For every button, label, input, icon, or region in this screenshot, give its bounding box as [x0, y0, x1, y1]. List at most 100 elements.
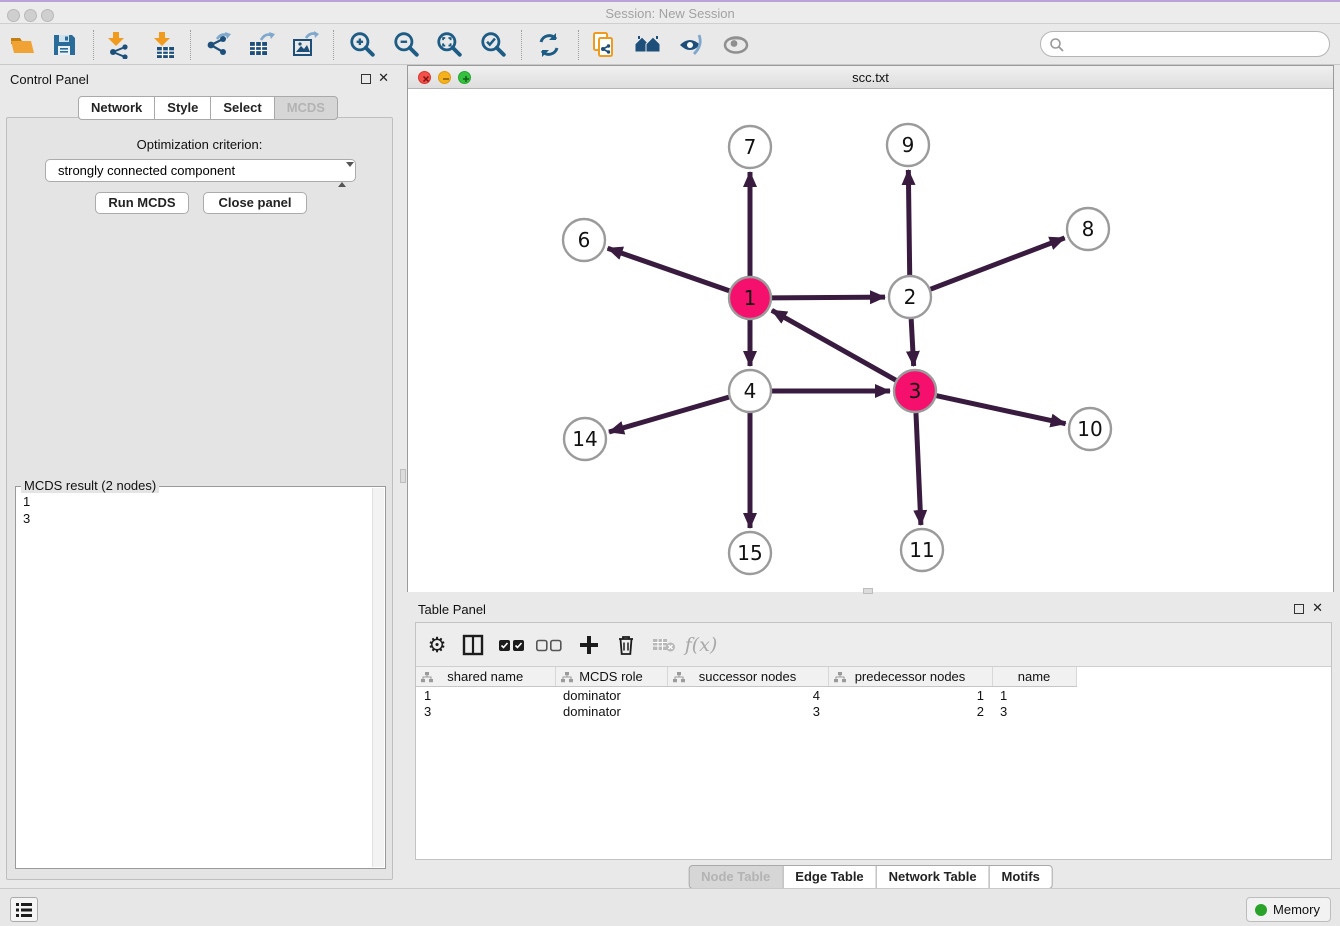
- delete-column-icon[interactable]: [611, 630, 641, 660]
- tab-node-table[interactable]: Node Table: [688, 865, 783, 889]
- import-table-icon[interactable]: [148, 28, 182, 62]
- svg-text:6: 6: [578, 228, 591, 252]
- search-box: [1040, 31, 1330, 57]
- open-session-icon[interactable]: [5, 28, 39, 62]
- float-table-panel-icon[interactable]: [1294, 604, 1304, 614]
- eye-icon[interactable]: [719, 28, 753, 62]
- graph-node-6[interactable]: 6: [563, 219, 605, 261]
- mcds-result-box: MCDS result (2 nodes) 1 3: [15, 486, 386, 869]
- optimization-criterion-label: Optimization criterion:: [7, 137, 392, 152]
- table-panel-title: Table Panel: [418, 602, 486, 617]
- table-settings-gear-icon[interactable]: ⚙: [422, 630, 452, 660]
- run-mcds-button[interactable]: Run MCDS: [95, 192, 189, 214]
- toolbar-separator: [521, 30, 522, 60]
- column-header-shared-name[interactable]: shared name: [416, 667, 555, 686]
- function-builder-icon[interactable]: f(x): [686, 630, 716, 660]
- close-panel-icon[interactable]: ✕: [378, 70, 389, 86]
- tab-style[interactable]: Style: [154, 96, 211, 120]
- network-canvas[interactable]: 1 2 3 4 6 7 8 9 10 11 14 15: [408, 89, 1333, 592]
- column-header-name[interactable]: name: [992, 667, 1076, 686]
- node-table: shared name MCDS role successor nodes pr…: [416, 667, 1331, 719]
- svg-text:2: 2: [904, 285, 917, 309]
- graph-edge-3-11[interactable]: [916, 413, 921, 525]
- node-table-container: ⚙ f(x) shared name MCDS role successor n…: [415, 622, 1332, 860]
- tab-motifs[interactable]: Motifs: [989, 865, 1053, 889]
- hide-style-icon[interactable]: [674, 28, 708, 62]
- criterion-select[interactable]: strongly connected component: [45, 159, 356, 182]
- tab-network-table[interactable]: Network Table: [876, 865, 990, 889]
- graph-node-7[interactable]: 7: [729, 126, 771, 168]
- import-network-icon[interactable]: [102, 28, 136, 62]
- unselect-all-columns-icon[interactable]: [534, 630, 564, 660]
- graph-node-15[interactable]: 15: [729, 532, 771, 574]
- column-header-mcds-role[interactable]: MCDS role: [555, 667, 667, 686]
- toolbar-separator: [578, 30, 579, 60]
- table-toolbar: ⚙ f(x): [416, 623, 1331, 667]
- tab-edge-table[interactable]: Edge Table: [782, 865, 876, 889]
- graph-node-9[interactable]: 9: [887, 124, 929, 166]
- close-table-panel-icon[interactable]: ✕: [1312, 600, 1323, 616]
- result-scrollbar[interactable]: [372, 488, 384, 867]
- show-columns-icon[interactable]: [458, 630, 488, 660]
- graph-node-8[interactable]: 8: [1067, 208, 1109, 250]
- criterion-value: strongly connected component: [58, 163, 235, 178]
- zoom-out-icon[interactable]: [389, 28, 423, 62]
- svg-text:4: 4: [744, 379, 757, 403]
- splitter-handle[interactable]: [400, 469, 406, 483]
- column-header-successor-nodes[interactable]: successor nodes: [667, 667, 828, 686]
- search-input[interactable]: [1069, 34, 1319, 54]
- memory-button[interactable]: Memory: [1246, 897, 1331, 922]
- vertical-splitter[interactable]: [399, 65, 407, 888]
- tab-network[interactable]: Network: [78, 96, 155, 120]
- app-title: Session: New Session: [0, 6, 1340, 21]
- float-panel-icon[interactable]: [361, 74, 371, 84]
- export-image-icon[interactable]: [288, 28, 322, 62]
- table-row[interactable]: 3dominator323: [416, 703, 1331, 719]
- mcds-result-text[interactable]: 1 3: [17, 491, 372, 867]
- zoom-fit-icon[interactable]: [432, 28, 466, 62]
- graph-node-4[interactable]: 4: [729, 370, 771, 412]
- tab-mcds[interactable]: MCDS: [274, 96, 338, 120]
- create-column-icon[interactable]: [574, 630, 604, 660]
- column-header-predecessor-nodes[interactable]: predecessor nodes: [828, 667, 992, 686]
- copy-network-icon[interactable]: [587, 28, 621, 62]
- table-row[interactable]: 1dominator411: [416, 686, 1331, 703]
- list-icon: [15, 902, 33, 918]
- graph-node-14[interactable]: 14: [564, 418, 606, 460]
- graph-node-10[interactable]: 10: [1069, 408, 1111, 450]
- graph-edge-3-10[interactable]: [936, 396, 1065, 424]
- graph-edge-4-14[interactable]: [609, 397, 729, 432]
- zoom-in-icon[interactable]: [345, 28, 379, 62]
- task-history-button[interactable]: [10, 897, 38, 922]
- home-icon[interactable]: [631, 28, 665, 62]
- network-graph: 1 2 3 4 6 7 8 9 10 11 14 15: [408, 89, 1333, 592]
- graph-edge-2-8[interactable]: [931, 238, 1065, 289]
- svg-text:10: 10: [1077, 417, 1102, 441]
- graph-node-2[interactable]: 2: [889, 276, 931, 318]
- graph-edge-1-6[interactable]: [608, 248, 730, 290]
- select-all-columns-icon[interactable]: [497, 630, 527, 660]
- save-session-icon[interactable]: [47, 28, 81, 62]
- hierarchy-icon: [561, 671, 573, 686]
- graph-edge-2-9[interactable]: [908, 170, 909, 275]
- table-tabs: Node TableEdge TableNetwork TableMotifs: [688, 865, 1053, 889]
- table-header-row: shared name MCDS role successor nodes pr…: [416, 667, 1331, 686]
- export-table-icon[interactable]: [244, 28, 278, 62]
- graph-node-11[interactable]: 11: [901, 529, 943, 571]
- svg-text:1: 1: [744, 286, 757, 310]
- svg-text:14: 14: [572, 427, 597, 451]
- tab-select[interactable]: Select: [210, 96, 274, 120]
- delete-table-icon[interactable]: [649, 630, 679, 660]
- graph-edge-2-3[interactable]: [911, 319, 914, 366]
- toolbar-separator: [333, 30, 334, 60]
- apply-layout-icon[interactable]: [532, 28, 566, 62]
- export-network-icon[interactable]: [201, 28, 235, 62]
- splitter-handle[interactable]: [863, 588, 873, 594]
- graph-node-1[interactable]: 1: [729, 277, 771, 319]
- graph-node-3[interactable]: 3: [894, 370, 936, 412]
- graph-edge-3-1[interactable]: [772, 310, 896, 380]
- network-window-titlebar[interactable]: scc.txt: [408, 66, 1333, 89]
- close-panel-button[interactable]: Close panel: [203, 192, 307, 214]
- graph-edge-1-2[interactable]: [772, 297, 885, 298]
- zoom-selected-icon[interactable]: [476, 28, 510, 62]
